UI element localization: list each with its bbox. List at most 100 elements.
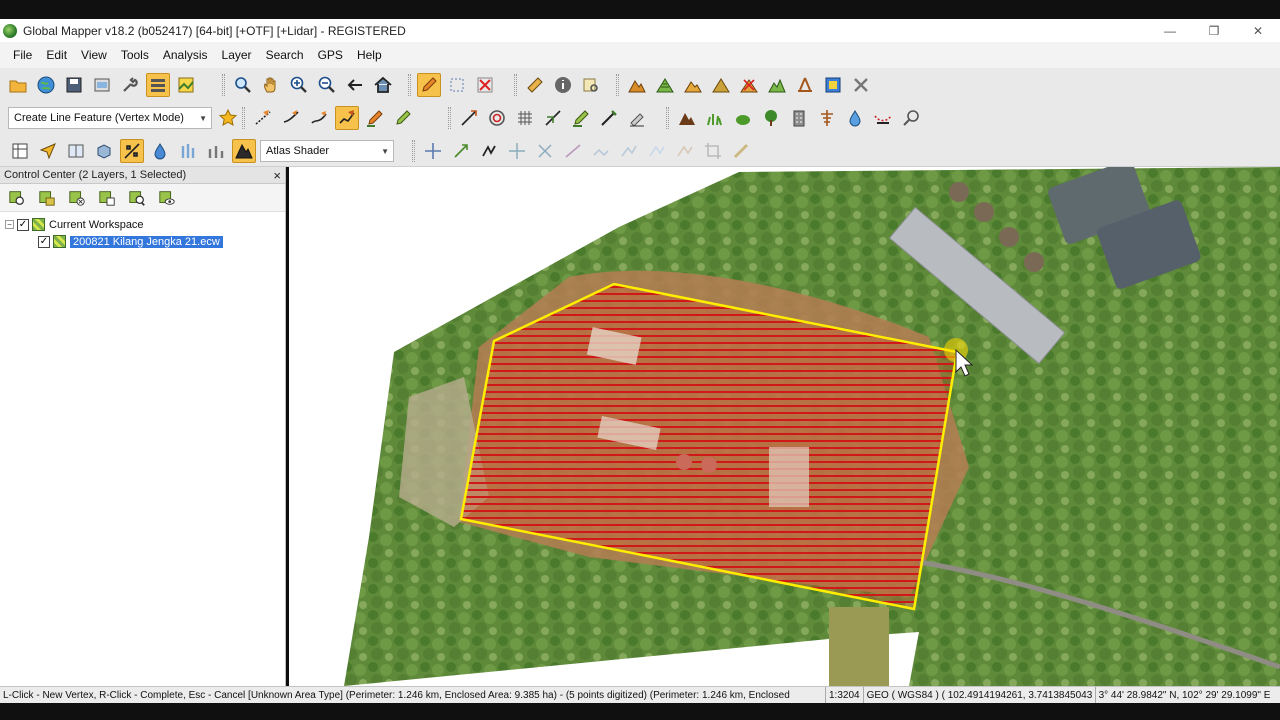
contour-generate-icon[interactable]: [653, 73, 677, 97]
workspace-row[interactable]: − ✓ Current Workspace: [0, 216, 285, 233]
volume-calc-icon[interactable]: [709, 73, 733, 97]
reshape-icon[interactable]: [617, 139, 641, 163]
menu-tools[interactable]: Tools: [114, 48, 156, 62]
shrub-icon[interactable]: [731, 106, 755, 130]
view-3d-icon[interactable]: [92, 139, 116, 163]
edit-vertex-icon[interactable]: [363, 106, 387, 130]
path-profile-icon[interactable]: [579, 73, 603, 97]
menu-view[interactable]: View: [74, 48, 114, 62]
restore-button[interactable]: ❐: [1192, 19, 1236, 42]
toolbar-grip[interactable]: [408, 74, 411, 96]
save-icon[interactable]: [62, 73, 86, 97]
offset-icon[interactable]: [645, 139, 669, 163]
layer-label[interactable]: 200821 Kilang Jengka 21.ecw: [69, 234, 224, 249]
move-vertex-icon[interactable]: [505, 139, 529, 163]
snap-line-icon[interactable]: [457, 106, 481, 130]
layer-close-icon[interactable]: [65, 186, 89, 210]
menu-gps[interactable]: GPS: [311, 48, 350, 62]
close-button[interactable]: ✕: [1236, 19, 1280, 42]
layer-options-icon[interactable]: [35, 186, 59, 210]
lidar-icon[interactable]: [793, 73, 817, 97]
tree-icon[interactable]: [759, 106, 783, 130]
water-drop-icon[interactable]: [843, 106, 867, 130]
layer-metadata-icon[interactable]: [95, 186, 119, 210]
split-feature-icon[interactable]: [561, 139, 585, 163]
terrain-3d-icon[interactable]: [765, 73, 789, 97]
shader-select[interactable]: Atlas Shader ▼: [260, 140, 394, 162]
measure-ruler-icon[interactable]: [523, 73, 547, 97]
crop-icon[interactable]: [701, 139, 725, 163]
digitizer-pencil-icon[interactable]: [417, 73, 441, 97]
pan-hand-icon[interactable]: [259, 73, 283, 97]
search-pen-icon[interactable]: [899, 106, 923, 130]
back-arrow-icon[interactable]: [343, 73, 367, 97]
move-feature-icon[interactable]: [421, 139, 445, 163]
delete-feature-icon[interactable]: [473, 73, 497, 97]
feature-info-icon[interactable]: [551, 73, 575, 97]
grid-create-icon[interactable]: [513, 106, 537, 130]
toolbar-grip[interactable]: [448, 107, 451, 129]
toolbar-grip[interactable]: [514, 74, 517, 96]
toolbar-grip[interactable]: [666, 107, 669, 129]
menu-file[interactable]: File: [6, 48, 39, 62]
gps-arrow-icon[interactable]: [36, 139, 60, 163]
building-icon[interactable]: [787, 106, 811, 130]
create-line-3-icon[interactable]: [307, 106, 331, 130]
vertical-exaggeration-icon[interactable]: [120, 139, 144, 163]
create-line-icon[interactable]: [251, 106, 275, 130]
tower-icon[interactable]: [815, 106, 839, 130]
water-level-icon[interactable]: [148, 139, 172, 163]
toolbar-grip[interactable]: [222, 74, 225, 96]
minimize-button[interactable]: —: [1148, 19, 1192, 42]
grass-icon[interactable]: [703, 106, 727, 130]
overlay-control-icon[interactable]: [146, 73, 170, 97]
power-line-icon[interactable]: [871, 106, 895, 130]
zoom-in-icon[interactable]: [287, 73, 311, 97]
layer-zoom-icon[interactable]: [5, 186, 29, 210]
view-shed-icon[interactable]: [681, 73, 705, 97]
edit-text-icon[interactable]: [625, 106, 649, 130]
menu-analysis[interactable]: Analysis: [156, 48, 215, 62]
toolbar-grip[interactable]: [412, 140, 415, 162]
toolbar-grip[interactable]: [242, 107, 245, 129]
join-feature-icon[interactable]: [589, 139, 613, 163]
layer-checkbox[interactable]: ✓: [38, 235, 50, 248]
select-box-icon[interactable]: [445, 73, 469, 97]
collapse-icon[interactable]: −: [5, 220, 14, 229]
split-line-icon[interactable]: [541, 106, 565, 130]
zoom-out-icon[interactable]: [315, 73, 339, 97]
favorite-star-icon[interactable]: [216, 106, 240, 130]
split-view-icon[interactable]: [64, 139, 88, 163]
rotate-feature-icon[interactable]: [533, 139, 557, 163]
terrain-peak-icon[interactable]: [625, 73, 649, 97]
buffer-icon[interactable]: [673, 139, 697, 163]
layer-visibility-icon[interactable]: [155, 186, 179, 210]
map-canvas[interactable]: [289, 167, 1280, 686]
menu-help[interactable]: Help: [350, 48, 389, 62]
shader-mountain-icon[interactable]: [232, 139, 256, 163]
control-center-close-icon[interactable]: ×: [273, 168, 281, 183]
config-wrench-icon[interactable]: [118, 73, 142, 97]
edit-area-icon[interactable]: [569, 106, 593, 130]
menu-edit[interactable]: Edit: [39, 48, 74, 62]
watershed-icon[interactable]: [737, 73, 761, 97]
workspace-checkbox[interactable]: ✓: [17, 218, 29, 231]
menu-layer[interactable]: Layer: [215, 48, 259, 62]
layer-image-icon[interactable]: [174, 73, 198, 97]
snap-vertex-icon[interactable]: [477, 139, 501, 163]
toolbar-grip[interactable]: [616, 74, 619, 96]
print-icon[interactable]: [90, 73, 114, 97]
create-line-vertex-icon[interactable]: [335, 106, 359, 130]
mountain-icon[interactable]: [675, 106, 699, 130]
resize-feature-icon[interactable]: [449, 139, 473, 163]
layer-search-icon[interactable]: [125, 186, 149, 210]
open-folder-icon[interactable]: [6, 73, 30, 97]
create-line-2-icon[interactable]: [279, 106, 303, 130]
shader-settings-icon[interactable]: [204, 139, 228, 163]
layer-row[interactable]: ✓ 200821 Kilang Jengka 21.ecw: [0, 233, 285, 250]
map-layout-icon[interactable]: [8, 139, 32, 163]
clear-analysis-icon[interactable]: [849, 73, 873, 97]
map-view[interactable]: [289, 167, 1280, 686]
lighting-icon[interactable]: [176, 139, 200, 163]
zoom-box-icon[interactable]: [231, 73, 255, 97]
